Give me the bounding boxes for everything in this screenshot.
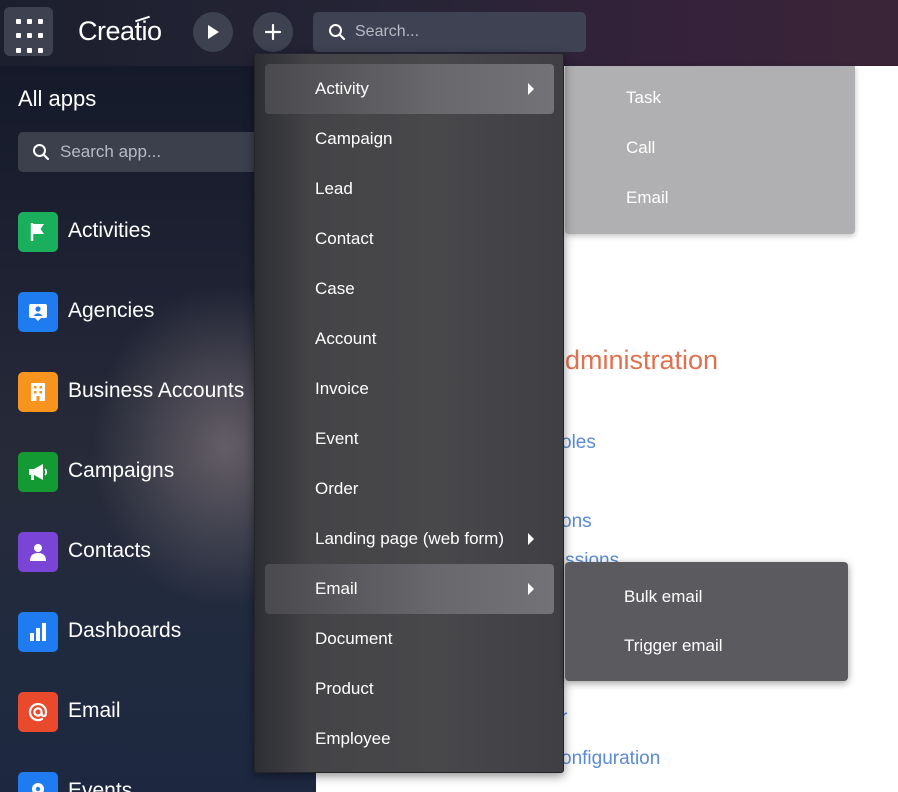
menu-item-label: Order — [315, 479, 359, 498]
menu-item-contact[interactable]: Contact — [265, 214, 554, 264]
menu-item-campaign[interactable]: Campaign — [265, 114, 554, 164]
section-title: dministration — [565, 345, 719, 375]
person-card-icon — [18, 292, 58, 332]
menu-item-order[interactable]: Order — [265, 464, 554, 514]
app-label: Activities — [68, 219, 151, 242]
app-label: Business Accounts — [68, 379, 245, 402]
submenu-item-task[interactable]: Task — [626, 88, 661, 108]
menu-item-event[interactable]: Event — [265, 414, 554, 464]
menu-item-label: Invoice — [315, 379, 369, 398]
menu-item-label: Lead — [315, 179, 353, 198]
menu-item-account[interactable]: Account — [265, 314, 554, 364]
link-operations[interactable]: ons — [561, 511, 592, 533]
location-pin-icon — [18, 772, 58, 792]
menu-item-product[interactable]: Product — [265, 664, 554, 714]
menu-item-lead[interactable]: Lead — [265, 164, 554, 214]
menu-item-activity[interactable]: Activity — [265, 64, 554, 114]
app-launcher-button[interactable] — [4, 7, 53, 56]
add-record-menu: Activity Campaign Lead Contact Case Acco… — [254, 53, 564, 773]
app-item-events[interactable]: Events — [18, 772, 308, 792]
caret-right-icon — [528, 533, 534, 545]
at-sign-icon — [18, 692, 58, 732]
menu-item-label: Product — [315, 679, 374, 698]
app-label: Campaigns — [68, 459, 175, 482]
app-label: Email — [68, 699, 121, 722]
menu-item-label: Event — [315, 429, 359, 448]
caret-right-icon — [528, 583, 534, 595]
building-icon — [18, 372, 58, 412]
search-icon — [329, 24, 346, 41]
menu-item-case[interactable]: Case — [265, 264, 554, 314]
app-search-input[interactable]: Search app... — [18, 132, 278, 172]
megaphone-icon — [18, 452, 58, 492]
submenu-item-email[interactable]: Email — [626, 188, 669, 208]
add-new-button[interactable] — [253, 12, 293, 52]
menu-item-label: Document — [315, 629, 393, 648]
app-search-placeholder: Search app... — [60, 142, 162, 161]
menu-item-label: Account — [315, 329, 377, 348]
email-submenu: Bulk email Trigger email — [565, 562, 848, 681]
search-icon — [33, 144, 50, 161]
submenu-item-trigger-email[interactable]: Trigger email — [624, 636, 723, 656]
app-label: Contacts — [68, 539, 151, 562]
menu-item-label: Employee — [315, 729, 391, 748]
flag-icon — [18, 212, 58, 252]
activity-submenu: Task Call Email — [565, 66, 855, 234]
menu-item-document[interactable]: Document — [265, 614, 554, 664]
all-apps-title: All apps — [18, 86, 97, 111]
global-search-input[interactable]: Search... — [313, 12, 586, 52]
plus-icon — [264, 23, 282, 41]
menu-item-landing-page[interactable]: Landing page (web form) — [265, 514, 554, 564]
logo-text: Creatio — [78, 16, 162, 46]
play-icon — [208, 25, 219, 39]
menu-item-label: Case — [315, 279, 355, 298]
app-label: Agencies — [68, 299, 155, 322]
global-search-placeholder: Search... — [355, 23, 420, 40]
menu-item-label: Campaign — [315, 129, 393, 148]
menu-item-label: Contact — [315, 229, 374, 248]
link-roles[interactable]: oles — [561, 432, 596, 454]
app-label: Dashboards — [68, 619, 182, 642]
menu-item-label: Email — [315, 579, 358, 598]
submenu-item-bulk-email[interactable]: Bulk email — [624, 587, 702, 607]
caret-right-icon — [528, 83, 534, 95]
menu-item-invoice[interactable]: Invoice — [265, 364, 554, 414]
run-process-button[interactable] — [193, 12, 233, 52]
link-configuration[interactable]: onfiguration — [561, 748, 660, 770]
menu-item-email[interactable]: Email — [265, 564, 554, 614]
menu-item-label: Activity — [315, 79, 369, 98]
menu-item-employee[interactable]: Employee — [265, 714, 554, 764]
submenu-item-call[interactable]: Call — [626, 138, 655, 158]
bar-chart-icon — [18, 612, 58, 652]
app-label: Events — [68, 779, 133, 792]
person-icon — [18, 532, 58, 572]
menu-item-label: Landing page (web form) — [315, 529, 505, 548]
creatio-logo: Creatio — [78, 15, 162, 47]
